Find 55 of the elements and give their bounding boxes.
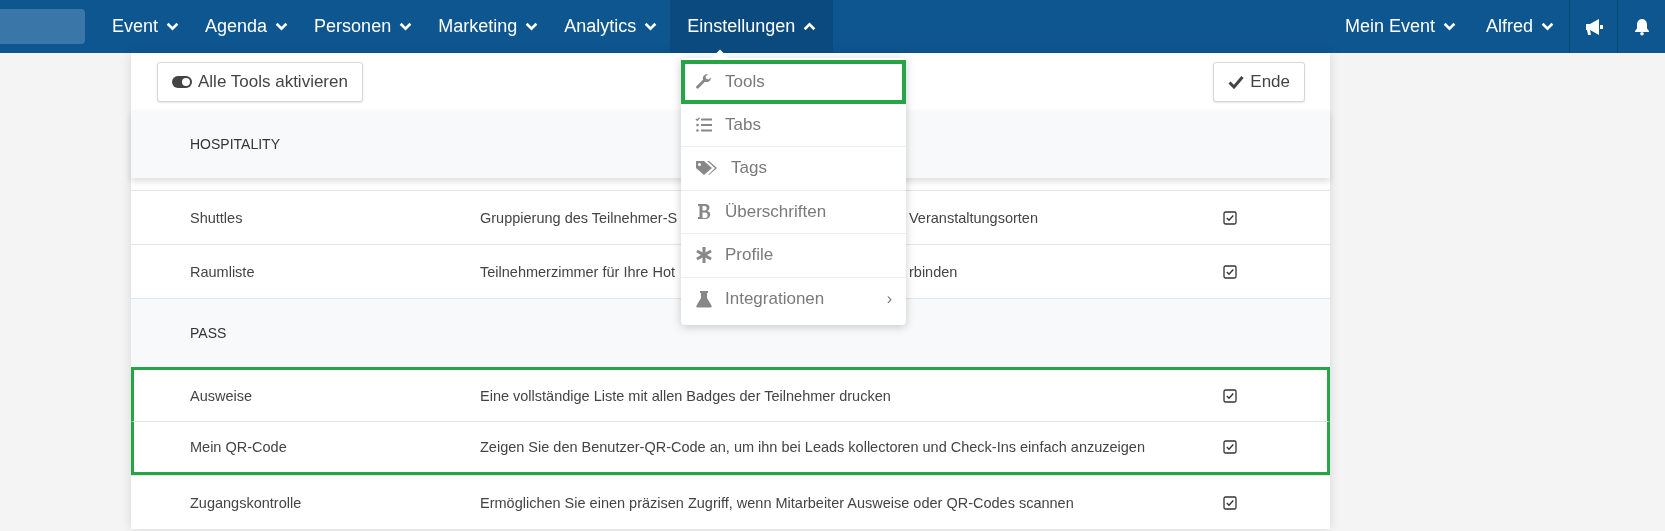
checked-checkbox[interactable] [1223,264,1237,279]
nav-menu-item[interactable]: Marketing [425,0,552,53]
section-title: PASS [190,325,227,341]
chevron-down-icon [166,22,180,31]
checklist-icon [695,115,713,134]
tool-name: Mein QR-Code [190,439,287,455]
section-title: HOSPITALITY [190,136,280,152]
checked-checkbox[interactable] [1223,388,1237,403]
bold-icon [695,202,713,221]
nav-menu-item[interactable]: Agenda [192,0,302,53]
nav-menu-item[interactable]: Personen [301,0,426,53]
tool-description: Teilnehmerzimmer für Ihre Hot [480,263,675,280]
bell-icon [1633,17,1650,36]
nav-menu-item[interactable]: Event [99,0,193,53]
chevron-down-icon [1442,22,1456,31]
megaphone-icon [1583,17,1604,36]
flask-icon [695,290,713,309]
checked-checkbox[interactable] [1223,495,1237,510]
chevron-down-icon [1541,22,1554,31]
search-field[interactable] [0,9,85,44]
chevron-down-icon [399,22,413,31]
tool-description: Ermöglichen Sie einen präzisen Zugriff, wenn Mitarbeiter Ausweise oder QR-Codes scannen [480,494,1074,511]
dropdown-menu-item[interactable]: Integrationen › [681,277,906,321]
checked-checkbox[interactable] [1223,440,1237,454]
dropdown-menu-item[interactable]: Tags [681,147,906,191]
tool-name: Zugangskontrolle [190,494,302,511]
tool-name: Raumliste [190,263,255,280]
activate-all-tools-button[interactable]: Alle Tools aktivieren [157,61,363,102]
tool-description: Gruppierung des Teilnehmer-S [480,209,678,226]
tool-description: Zeigen Sie den Benutzer-QR-Code an, um ihn bei Leads kollectoren und Check-Ins einfach anzuzeigen [480,439,1145,455]
toggle-icon [172,75,192,88]
chevron-down-icon [525,22,539,31]
dropdown-menu-item[interactable]: Überschriften [681,190,906,234]
chevron-down-icon [644,22,658,31]
nav-menu-item[interactable]: Analytics [551,0,671,53]
dropdown-menu-item[interactable]: Tools [681,60,906,104]
nav-menu-item[interactable]: Einstellungen [670,0,834,53]
tool-name: Ausweise [190,387,253,404]
submenu-arrow: › [886,290,892,309]
chevron-down-icon [275,22,289,31]
dropdown-menu-item[interactable]: Profile [681,234,906,278]
asterisk-icon [695,246,713,265]
nav-menu-item[interactable]: Mein Event [1329,0,1471,53]
nav-menu-item[interactable]: Alfred [1470,0,1569,53]
chevron-up-icon [803,22,817,31]
tool-description: Veranstaltungsorten [909,209,1038,226]
tags-icon [695,159,719,178]
checked-checkbox[interactable] [1223,210,1237,225]
tool-description: rbinden [909,263,958,280]
tool-description: Eine vollständige Liste mit allen Badges der Teilnehmer drucken [480,387,891,404]
checkmark-icon [1228,74,1245,89]
tool-name: Shuttles [190,209,243,226]
done-button[interactable]: Ende [1213,61,1305,102]
dropdown-menu-item[interactable]: Tabs [681,103,906,147]
wrench-icon [695,72,713,91]
